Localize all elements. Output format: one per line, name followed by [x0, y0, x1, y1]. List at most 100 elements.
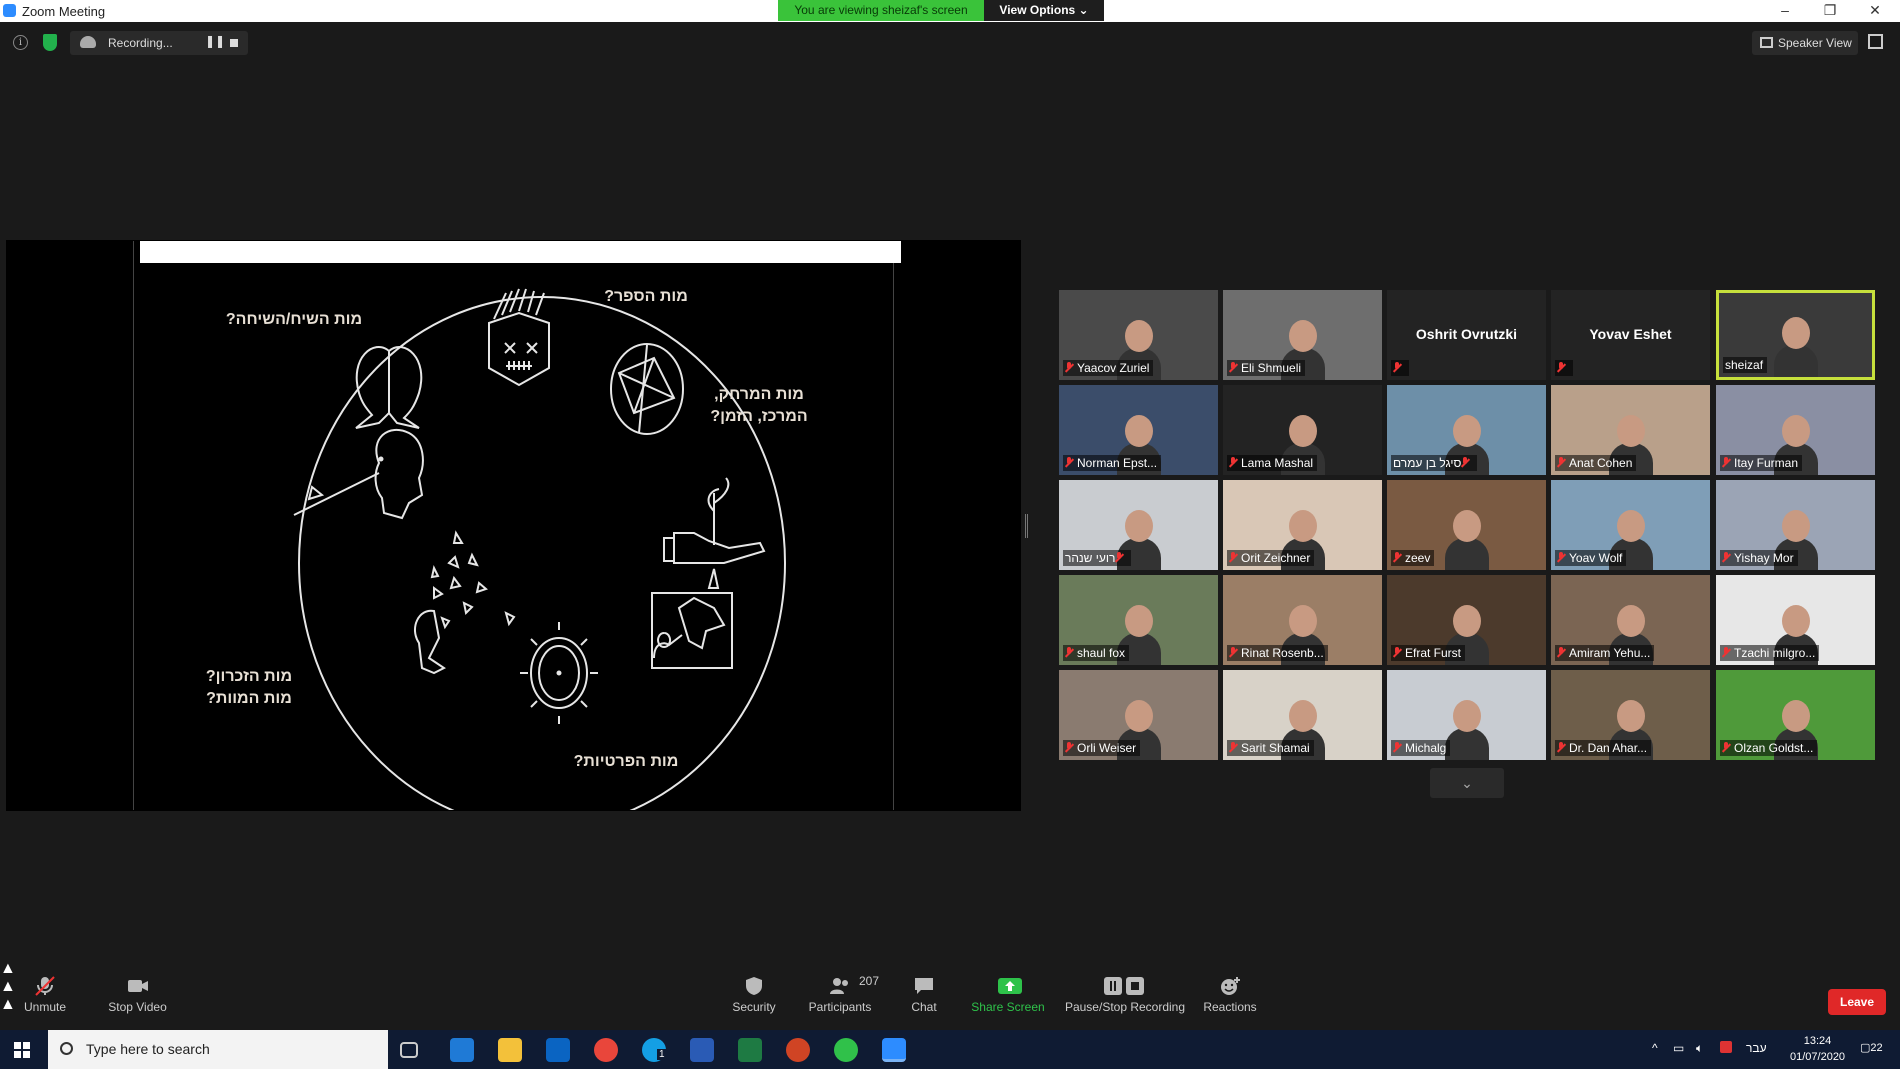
- leave-meeting-button[interactable]: Leave: [1828, 989, 1886, 1015]
- participant-tile[interactable]: Dr. Dan Ahar...: [1551, 670, 1710, 760]
- participant-tile[interactable]: Norman Epst...: [1059, 385, 1218, 475]
- pause-recording-icon[interactable]: ❚❚: [205, 34, 225, 48]
- whatsapp-icon[interactable]: [834, 1038, 858, 1062]
- smiley-plus-icon: [1219, 976, 1241, 996]
- participant-name-label: shaul fox: [1063, 645, 1130, 661]
- stop-recording-icon[interactable]: [230, 39, 238, 47]
- participant-name: Olzan Goldst...: [1734, 741, 1814, 755]
- participant-name: Yishay Mor: [1734, 551, 1794, 565]
- video-options-caret-icon[interactable]: ▲: [0, 978, 1900, 996]
- app-tray-icon[interactable]: [1720, 1041, 1732, 1053]
- muted-mic-icon: [1229, 552, 1237, 563]
- cloud-recording-icon: [80, 36, 96, 48]
- windows-start-icon[interactable]: [14, 1042, 30, 1058]
- pause-stop-recording-button[interactable]: Pause/Stop Recording: [1064, 960, 1186, 1030]
- participant-name: Dr. Dan Ahar...: [1569, 741, 1648, 755]
- participant-tile[interactable]: רועי שנהר: [1059, 480, 1218, 570]
- participant-tile[interactable]: Lama Mashal: [1223, 385, 1382, 475]
- taskbar-search-box[interactable]: Type here to search: [48, 1030, 388, 1069]
- meeting-info-icon[interactable]: i: [13, 35, 28, 50]
- participant-tile[interactable]: Eli Shmueli: [1223, 290, 1382, 380]
- participant-tile[interactable]: Sarit Shamai: [1223, 670, 1382, 760]
- slide-label-discourse: מות השיח/השיחה?: [225, 311, 363, 328]
- participant-name: Orli Weiser: [1077, 741, 1137, 755]
- participant-name-label: Anat Cohen: [1555, 455, 1637, 471]
- taskbar-clock[interactable]: 13:24 01/07/2020: [1790, 1033, 1845, 1065]
- reactions-button[interactable]: Reactions: [1200, 960, 1260, 1030]
- participant-tile[interactable]: Itay Furman: [1716, 385, 1875, 475]
- word-icon[interactable]: [690, 1038, 714, 1062]
- tray-overflow-icon[interactable]: ^: [1652, 1041, 1658, 1055]
- participant-tile[interactable]: Rinat Rosenb...: [1223, 575, 1382, 665]
- participants-label: Participants: [808, 1000, 872, 1014]
- eye-sun-icon: [520, 622, 598, 724]
- participant-name-label: Tzachi milgro...: [1720, 645, 1820, 661]
- chrome-icon[interactable]: [594, 1038, 618, 1062]
- panel-resize-handle[interactable]: [1025, 514, 1028, 538]
- participant-tile[interactable]: Tzachi milgro...: [1716, 575, 1875, 665]
- view-options-button[interactable]: View Options ⌄: [984, 0, 1104, 21]
- participant-tile[interactable]: Anat Cohen: [1551, 385, 1710, 475]
- participant-name: Itay Furman: [1734, 456, 1799, 470]
- speaker-view-label: Speaker View: [1778, 36, 1852, 50]
- minimize-icon[interactable]: –: [1770, 2, 1800, 20]
- outlook-icon[interactable]: [546, 1038, 570, 1062]
- muted-mic-icon: [1557, 362, 1565, 373]
- participant-name-label: Eli Shmueli: [1227, 360, 1306, 376]
- participant-tile[interactable]: sheizaf: [1716, 290, 1875, 380]
- participant-name: Sarit Shamai: [1241, 741, 1310, 755]
- powerpoint-icon[interactable]: [786, 1038, 810, 1062]
- participant-tile[interactable]: shaul fox: [1059, 575, 1218, 665]
- participant-tile[interactable]: Yovav Eshet: [1551, 290, 1710, 380]
- participant-tile[interactable]: סיגל בן עמרם: [1387, 385, 1546, 475]
- viewing-screen-banner: You are viewing sheizaf's screen: [778, 0, 984, 21]
- shared-screen: מות הספר? מות השיח/השיחה? מות המרחק, המר…: [6, 240, 1021, 811]
- chat-button[interactable]: Chat: [900, 960, 948, 1030]
- windows-taskbar: Type here to search 1 ^ ▭ 🔈︎ עבר 13:24 0…: [0, 1030, 1900, 1069]
- notifications-icon[interactable]: ▢22: [1860, 1041, 1883, 1054]
- excel-icon[interactable]: [738, 1038, 762, 1062]
- file-explorer-icon[interactable]: [498, 1038, 522, 1062]
- participant-name: Anat Cohen: [1569, 456, 1633, 470]
- volume-icon[interactable]: 🔈︎: [1696, 1041, 1703, 1056]
- security-button[interactable]: Security: [724, 960, 784, 1030]
- participant-tile[interactable]: Orit Zeichner: [1223, 480, 1382, 570]
- participant-tile[interactable]: Efrat Furst: [1387, 575, 1546, 665]
- speaker-view-button[interactable]: Speaker View: [1752, 31, 1858, 55]
- participant-display-name: Yovav Eshet: [1589, 326, 1672, 342]
- participant-tile[interactable]: Yishay Mor: [1716, 480, 1875, 570]
- encryption-shield-icon[interactable]: [43, 34, 57, 51]
- show-more-participants-button[interactable]: ⌄: [1430, 768, 1504, 798]
- share-screen-button[interactable]: Share Screen: [968, 960, 1048, 1030]
- participant-name: Yoav Wolf: [1569, 551, 1623, 565]
- participant-name-label: sheizaf: [1723, 357, 1768, 373]
- participant-tile[interactable]: Orli Weiser: [1059, 670, 1218, 760]
- muted-mic-icon: [1229, 457, 1237, 468]
- unmute-label: Unmute: [23, 1000, 67, 1014]
- participant-name: Rinat Rosenb...: [1241, 646, 1324, 660]
- task-view-icon[interactable]: [400, 1042, 418, 1058]
- close-icon[interactable]: ✕: [1860, 2, 1890, 20]
- recording-indicator: Recording... ❚❚: [70, 31, 248, 55]
- stop-video-button[interactable]: Stop Video: [100, 960, 175, 1030]
- participant-tile[interactable]: zeev: [1387, 480, 1546, 570]
- zoom-taskbar-icon[interactable]: [882, 1038, 906, 1062]
- participant-tile[interactable]: Michalg: [1387, 670, 1546, 760]
- participants-button[interactable]: 207 Participants: [800, 960, 880, 1030]
- audio-options-caret-icon[interactable]: ▲: [0, 960, 1900, 978]
- participant-tile[interactable]: Amiram Yehu...: [1551, 575, 1710, 665]
- fullscreen-icon[interactable]: [1868, 34, 1883, 49]
- window-title: Zoom Meeting: [22, 4, 106, 19]
- unmute-button[interactable]: Unmute: [14, 960, 76, 1030]
- participant-tile[interactable]: Oshrit Ovrutzki: [1387, 290, 1546, 380]
- participant-tile[interactable]: Olzan Goldst...: [1716, 670, 1875, 760]
- participant-name-label: Orit Zeichner: [1227, 550, 1315, 566]
- edge-browser-icon[interactable]: [450, 1038, 474, 1062]
- skype-icon[interactable]: 1: [642, 1038, 667, 1062]
- participant-tile[interactable]: Yoav Wolf: [1551, 480, 1710, 570]
- network-icon[interactable]: ▭: [1673, 1041, 1684, 1055]
- participant-tile[interactable]: Yaacov Zuriel: [1059, 290, 1218, 380]
- restore-icon[interactable]: ❐: [1815, 2, 1845, 20]
- input-language[interactable]: עבר: [1746, 1041, 1767, 1055]
- share-options-caret-icon[interactable]: ▲: [0, 996, 1900, 1014]
